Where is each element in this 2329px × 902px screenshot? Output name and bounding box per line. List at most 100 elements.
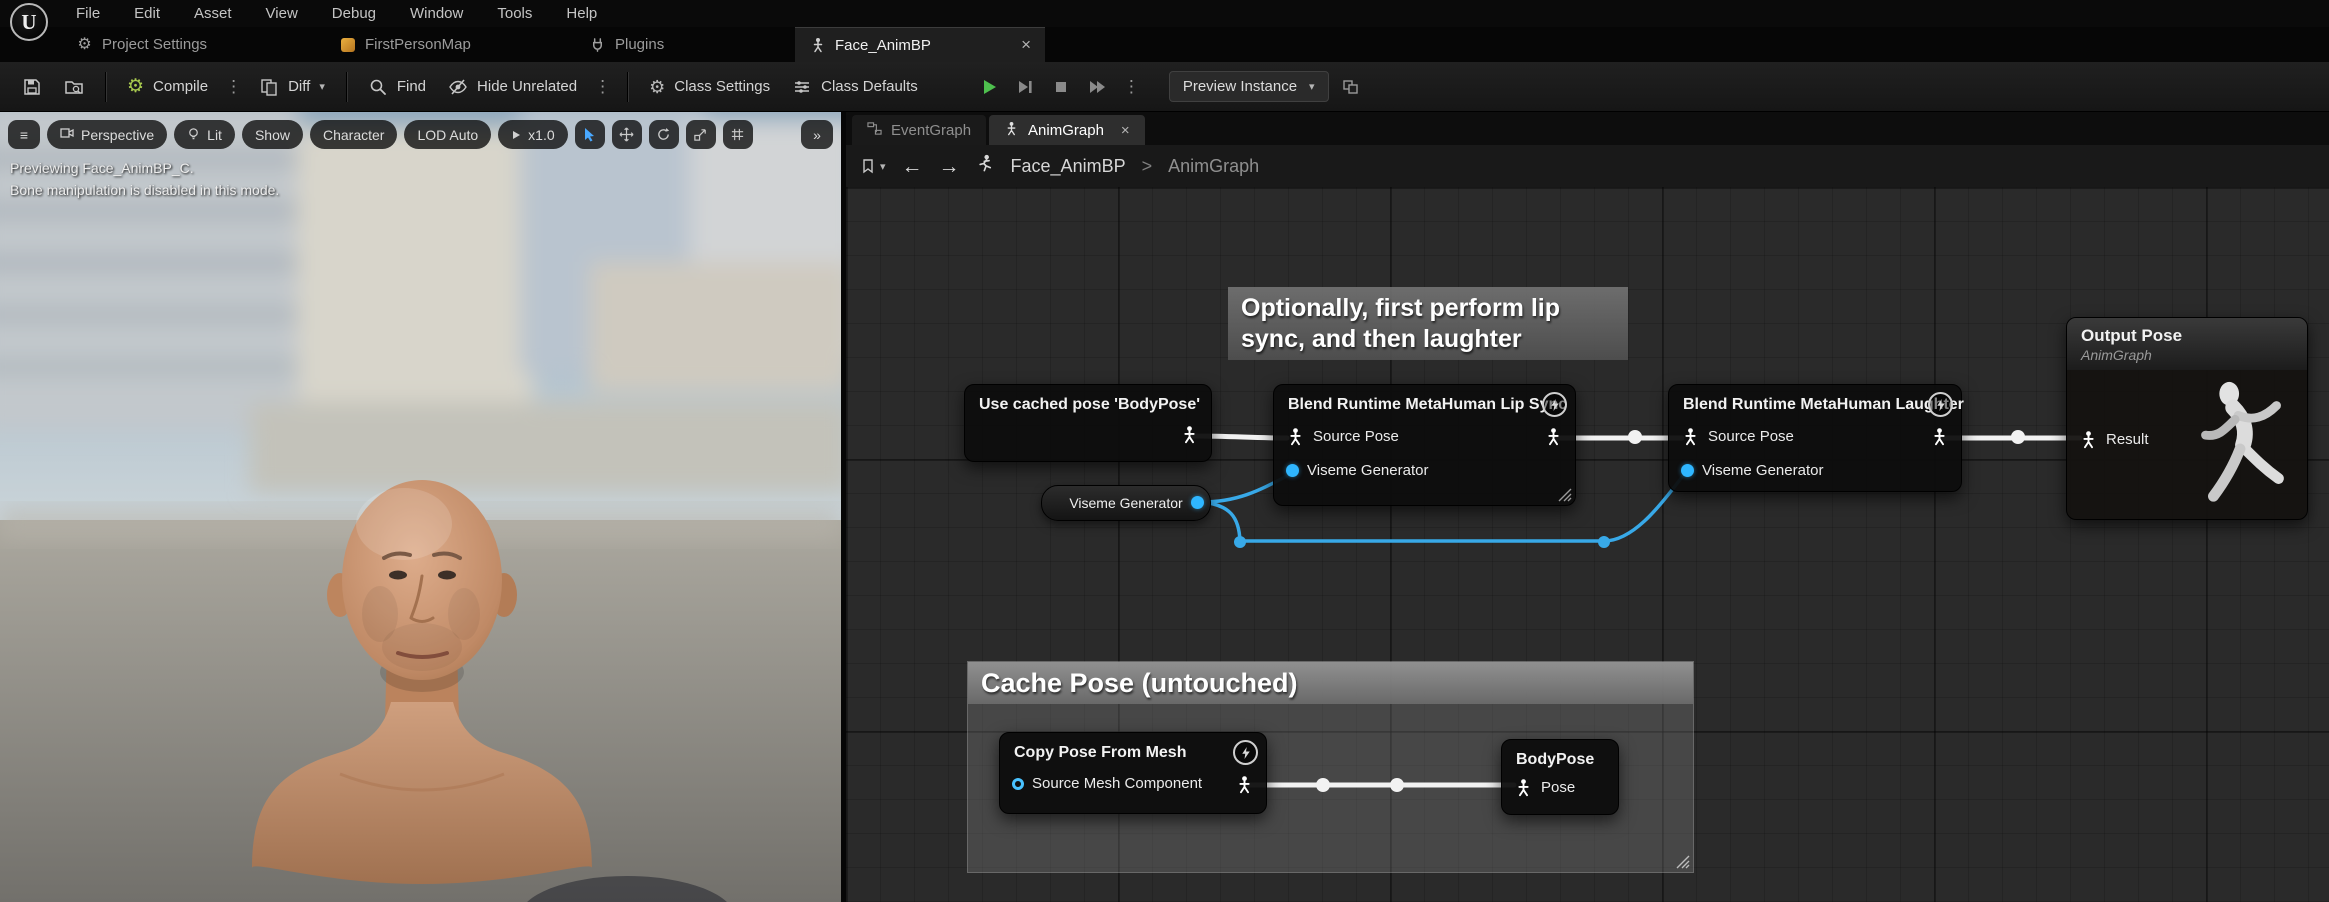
viseme-generator-pin[interactable]: Viseme Generator xyxy=(1681,462,1823,479)
menu-item-file[interactable]: File xyxy=(76,5,100,22)
source-pose-pin[interactable]: Source Pose xyxy=(1681,427,1794,446)
play-button[interactable] xyxy=(974,72,1004,102)
move-tool-button[interactable] xyxy=(612,120,642,149)
compile-options-kebab[interactable]: ⋮ xyxy=(220,77,247,97)
node-output-pose[interactable]: Output Pose AnimGraph Result xyxy=(2066,317,2308,520)
menu-item-debug[interactable]: Debug xyxy=(332,5,376,22)
character-dropdown[interactable]: Character xyxy=(310,120,397,149)
tab-plugins[interactable]: Plugins xyxy=(575,27,678,62)
menu-item-tools[interactable]: Tools xyxy=(497,5,532,22)
gear-icon: ⚙ xyxy=(76,36,93,53)
stop-button[interactable] xyxy=(1046,72,1076,102)
bookmark-icon xyxy=(860,158,876,174)
pose-pin[interactable]: Pose xyxy=(1514,778,1575,797)
chevrons-right-icon: » xyxy=(813,127,821,143)
hide-unrelated-options-kebab[interactable]: ⋮ xyxy=(589,77,616,97)
perspective-dropdown[interactable]: Perspective xyxy=(47,120,167,149)
back-button[interactable]: ← xyxy=(902,156,923,177)
viseme-generator-pin[interactable]: Viseme Generator xyxy=(1286,462,1428,479)
pose-pin-icon xyxy=(2079,430,2098,449)
node-header: Output Pose AnimGraph xyxy=(2067,318,2307,370)
menu-item-help[interactable]: Help xyxy=(566,5,597,22)
find-button[interactable]: Find xyxy=(358,70,436,104)
graph-breadcrumb-bar: ▾ ← → Face_AnimBP > AnimGraph xyxy=(846,145,2329,188)
menu-item-view[interactable]: View xyxy=(266,5,298,22)
unreal-logo[interactable]: U xyxy=(10,3,48,41)
skip-forward-button[interactable] xyxy=(1082,72,1112,102)
forward-button[interactable]: → xyxy=(939,156,960,177)
output-pose-pin[interactable] xyxy=(1235,775,1254,794)
hide-unrelated-label: Hide Unrelated xyxy=(477,78,577,95)
menu-item-asset[interactable]: Asset xyxy=(194,5,232,22)
result-pin[interactable]: Result xyxy=(2079,430,2149,449)
diff-icon xyxy=(259,77,279,97)
move-icon xyxy=(619,127,634,142)
output-pose-pin[interactable] xyxy=(1930,427,1949,446)
preview-instance-dropdown[interactable]: Preview Instance ▾ xyxy=(1169,71,1329,102)
hide-unrelated-button[interactable]: Hide Unrelated xyxy=(438,70,587,104)
source-mesh-component-pin[interactable]: Source Mesh Component xyxy=(1012,775,1202,792)
node-title: Blend Runtime MetaHuman Laughter xyxy=(1669,385,1961,419)
tab-firstpersonmap[interactable]: FirstPersonMap xyxy=(325,27,485,62)
grid-snap-button[interactable] xyxy=(723,120,753,149)
diff-button[interactable]: Diff ▾ xyxy=(249,70,335,104)
animgraph-icon xyxy=(1004,121,1019,140)
animbp-icon xyxy=(809,37,826,54)
toolbar-divider xyxy=(105,72,106,102)
source-pose-pin[interactable]: Source Pose xyxy=(1286,427,1399,446)
node-blend-lipsync[interactable]: Blend Runtime MetaHuman Lip Sync Source … xyxy=(1273,384,1576,506)
pose-pin-icon xyxy=(1514,778,1533,797)
class-defaults-button[interactable]: Class Defaults xyxy=(782,70,928,104)
close-icon[interactable]: × xyxy=(1021,35,1031,55)
tab-face-animbp[interactable]: Face_AnimBP × xyxy=(795,27,1045,62)
object-pin-icon[interactable] xyxy=(1191,496,1204,509)
viewport-menu-button[interactable]: ≡ xyxy=(8,120,40,149)
mannequin-figure xyxy=(2183,376,2303,519)
graph-canvas[interactable]: Optionally, first perform lip sync, and … xyxy=(846,187,2329,902)
close-icon[interactable]: × xyxy=(1121,122,1130,139)
tab-animgraph[interactable]: AnimGraph × xyxy=(989,115,1145,145)
node-title: Output Pose xyxy=(2081,326,2293,346)
lod-dropdown[interactable]: LOD Auto xyxy=(404,120,491,149)
pose-pin-icon xyxy=(1930,427,1949,446)
graph-panel: EventGraph AnimGraph × ▾ ← → Face_AnimBP… xyxy=(846,112,2329,902)
simulation-options-kebab[interactable]: ⋮ xyxy=(1118,77,1145,97)
node-blend-laughter[interactable]: Blend Runtime MetaHuman Laughter Source … xyxy=(1668,384,1962,492)
node-save-cached-pose-bodypose[interactable]: BodyPose Pose xyxy=(1501,739,1619,815)
show-label: Show xyxy=(255,127,290,143)
frame-advance-button[interactable] xyxy=(1010,72,1040,102)
tab-project-settings[interactable]: ⚙ Project Settings xyxy=(62,27,221,62)
scale-tool-button[interactable] xyxy=(686,120,716,149)
browse-asset-button[interactable] xyxy=(54,70,94,104)
bookmarks-dropdown[interactable]: ▾ xyxy=(860,158,886,174)
lit-dropdown[interactable]: Lit xyxy=(174,120,235,149)
save-button[interactable] xyxy=(12,70,52,104)
show-dropdown[interactable]: Show xyxy=(242,120,303,149)
viewport-expand-button[interactable]: » xyxy=(801,120,833,149)
output-pose-pin[interactable] xyxy=(1544,427,1563,446)
menu-item-window[interactable]: Window xyxy=(410,5,463,22)
chevron-down-icon: ▾ xyxy=(1309,80,1315,93)
select-tool-button[interactable] xyxy=(575,120,605,149)
speed-label: x1.0 xyxy=(528,127,554,143)
save-icon xyxy=(22,77,42,97)
node-use-cached-pose[interactable]: Use cached pose 'BodyPose' xyxy=(964,384,1212,462)
main-toolbar: ⚙ Compile ⋮ Diff ▾ Find Hide Unrelated ⋮… xyxy=(0,62,2329,112)
debug-filter-button[interactable] xyxy=(1331,70,1371,104)
menu-item-edit[interactable]: Edit xyxy=(134,5,160,22)
class-settings-button[interactable]: ⚙ Class Settings xyxy=(639,71,780,103)
playback-speed-dropdown[interactable]: x1.0 xyxy=(498,120,567,149)
node-viseme-generator-variable[interactable]: Viseme Generator xyxy=(1041,485,1211,521)
resize-grip[interactable] xyxy=(1557,487,1572,502)
breadcrumb-current-graph[interactable]: AnimGraph xyxy=(1168,156,1259,177)
output-pose-pin[interactable] xyxy=(1180,425,1199,444)
tab-eventgraph[interactable]: EventGraph xyxy=(852,115,986,145)
node-copy-pose-from-mesh[interactable]: Copy Pose From Mesh Source Mesh Componen… xyxy=(999,732,1267,814)
rotate-tool-button[interactable] xyxy=(649,120,679,149)
pose-pin-icon xyxy=(1180,425,1199,444)
breadcrumb-asset[interactable]: Face_AnimBP xyxy=(1011,156,1126,177)
preview-viewport[interactable]: ≡ Perspective Lit Show Character LOD Aut… xyxy=(0,112,841,902)
grid-icon xyxy=(730,127,745,142)
compile-button[interactable]: ⚙ Compile xyxy=(117,70,218,103)
viewport-overlay-text: Previewing Face_AnimBP_C. Bone manipulat… xyxy=(10,158,279,201)
